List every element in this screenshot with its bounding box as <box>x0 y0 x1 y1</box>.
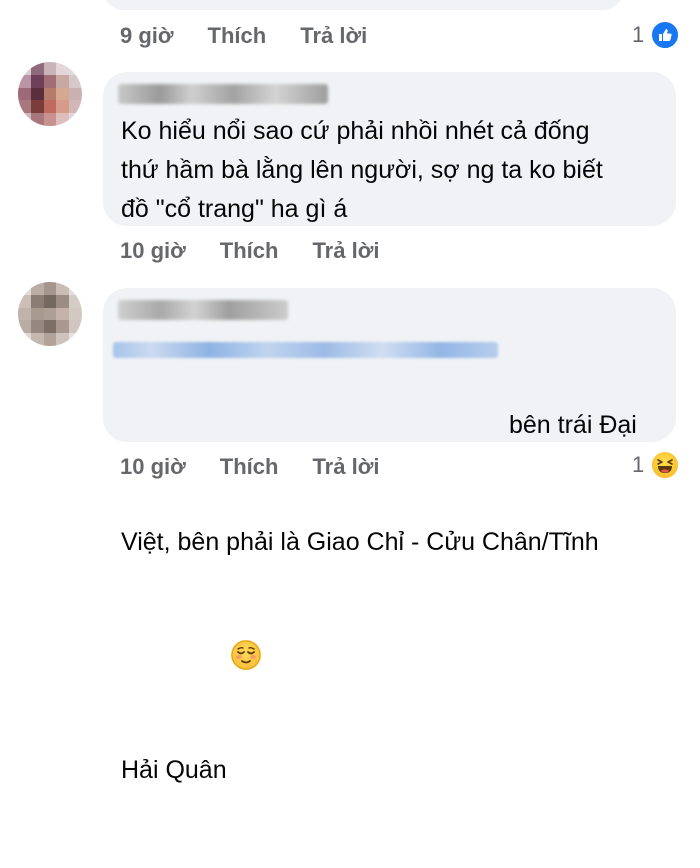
reaction-count: 1 <box>632 452 645 477</box>
comment-actions: 10 giờ Thích Trả lời <box>120 452 413 482</box>
comment-text: Ko hiểu nổi sao cứ phải nhồi nhét cả đốn… <box>121 117 603 223</box>
like-button[interactable]: Thích <box>208 23 267 49</box>
comment-author-name[interactable] <box>118 84 328 104</box>
comment-timestamp[interactable]: 10 giờ <box>120 454 186 480</box>
prev-comment-actions: 9 giờ Thích Trả lời <box>120 21 401 51</box>
reaction-summary[interactable]: 1 <box>632 20 681 50</box>
reaction-count: 1 <box>632 22 645 47</box>
reply-button[interactable]: Trả lời <box>312 454 379 480</box>
comment-actions: 10 giờ Thích Trả lời <box>120 236 413 266</box>
comment-bubble: Ko hiểu nổi sao cứ phải nhồi nhét cả đốn… <box>103 72 676 226</box>
prev-comment-bubble <box>103 0 623 10</box>
like-button[interactable]: Thích <box>220 238 279 264</box>
like-icon <box>650 20 681 50</box>
comment-text-fragment: Hải Quân <box>121 756 227 784</box>
comment-text: bên trái Đại Việt, bên phải là Giao Chỉ … <box>121 328 666 868</box>
like-button[interactable]: Thích <box>220 454 279 480</box>
haha-icon <box>650 450 681 480</box>
comment-text-line: Hải Quân <box>121 640 666 790</box>
relieved-face-emoji <box>230 640 261 670</box>
reply-button[interactable]: Trả lời <box>300 23 367 49</box>
comment-timestamp[interactable]: 10 giờ <box>120 238 186 264</box>
comment-author-name[interactable] <box>118 300 288 320</box>
reply-button[interactable]: Trả lời <box>312 238 379 264</box>
comment-text-line: bên trái Đại <box>509 411 637 439</box>
comment-bubble: bên trái Đại Việt, bên phải là Giao Chỉ … <box>103 288 676 784</box>
avatar[interactable] <box>18 282 82 346</box>
comment-timestamp[interactable]: 9 giờ <box>120 23 174 49</box>
avatar[interactable] <box>18 62 82 126</box>
comment-text-line: Việt, bên phải là Giao Chỉ - Cửu Chân/Tĩ… <box>121 528 599 556</box>
reaction-summary[interactable]: 1 <box>632 450 681 480</box>
